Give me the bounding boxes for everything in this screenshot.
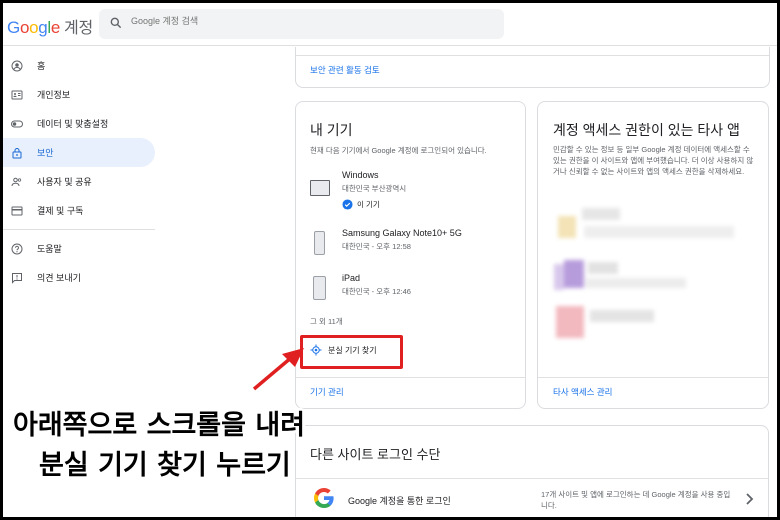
sidebar-item-label: 사용자 및 공유	[37, 177, 92, 187]
third-party-title: 계정 액세스 권한이 있는 타사 앱	[553, 122, 740, 138]
instruction-line-1: 아래쪽으로 스크롤을 내려	[13, 410, 306, 441]
sidebar-nav: 홈 개인정보 데이터 및 맞춤설정 보안 사용자 및 공유 결제 및 구독 도움…	[3, 51, 155, 292]
sidebar-item-label: 의견 보내기	[37, 273, 81, 283]
top-app-bar: Google 계정	[3, 3, 777, 46]
device-ipad[interactable]: iPad 대한민국 - 오후 12:46	[310, 273, 510, 309]
sidebar-item-security[interactable]: 보안	[3, 138, 155, 167]
my-devices-title: 내 기기	[310, 122, 353, 138]
device-location: 대한민국 - 오후 12:58	[342, 242, 411, 251]
feedback-icon	[12, 272, 22, 284]
help-icon	[11, 243, 23, 254]
card-divider	[296, 377, 525, 378]
logo-suffix: 계정	[64, 20, 93, 37]
blurred-app-list	[550, 202, 750, 352]
sidebar-item-label: 도움말	[37, 244, 62, 254]
security-activity-card: 보안 관련 활동 검토	[295, 47, 770, 88]
toggle-icon	[11, 120, 23, 127]
search-box[interactable]	[99, 9, 504, 39]
manage-third-party-link[interactable]: 타사 액세스 관리	[553, 386, 612, 398]
lock-icon	[12, 147, 22, 158]
this-device-badge: 이 기기	[357, 200, 380, 209]
annotation-arrow	[252, 348, 304, 391]
id-card-icon	[11, 90, 23, 99]
account-circle-icon	[11, 60, 23, 71]
credit-card-icon	[11, 206, 23, 215]
device-name: Samsung Galaxy Note10+ 5G	[342, 228, 462, 238]
google-signin-row[interactable]: Google 계정을 통한 로그인 17개 사이트 및 앱에 로그인하는 데 G…	[296, 478, 768, 517]
my-devices-description: 현재 다음 기기에서 Google 계정에 로그인되어 있습니다.	[310, 146, 487, 155]
sidebar-item-data-privacy[interactable]: 데이터 및 맞춤설정	[3, 109, 155, 138]
chevron-right-icon	[746, 493, 754, 505]
other-signin-card: 다른 사이트 로그인 수단 Google 계정을 통한 로그인 17개 사이트 …	[295, 425, 769, 517]
sidebar-item-label: 결제 및 구독	[37, 206, 84, 216]
highlight-box	[300, 335, 403, 369]
sidebar-item-feedback[interactable]: 의견 보내기	[3, 263, 155, 292]
tablet-icon	[313, 276, 326, 300]
device-name: Windows	[342, 170, 379, 180]
device-location: 대한민국 - 오후 12:46	[342, 287, 411, 296]
phone-icon	[314, 231, 325, 255]
sidebar-item-help[interactable]: 도움말	[3, 234, 155, 263]
search-input[interactable]	[129, 15, 493, 27]
people-icon	[11, 177, 22, 186]
verified-check-icon	[342, 199, 353, 210]
sidebar-item-payments[interactable]: 결제 및 구독	[3, 196, 155, 225]
google-signin-label: Google 계정을 통한 로그인	[348, 496, 451, 506]
sidebar-item-label: 홈	[37, 61, 46, 71]
sidebar-item-label: 데이터 및 맞춤설정	[37, 119, 109, 129]
windows-device-icon	[310, 180, 330, 196]
screenshot-frame: Google계정 홈 개인정보 데이터 및 맞춤설정 보안 사용자 및 공유	[3, 3, 777, 517]
third-party-description: 민감할 수 있는 정보 등 일부 Google 계정 데이터에 액세스할 수 있…	[553, 145, 754, 176]
third-party-apps-card: 계정 액세스 권한이 있는 타사 앱 민감할 수 있는 정보 등 일부 Goog…	[537, 101, 769, 409]
device-galaxy-note[interactable]: Samsung Galaxy Note10+ 5G 대한민국 - 오후 12:5…	[310, 228, 510, 264]
sidebar-item-label: 보안	[37, 148, 54, 158]
sidebar-divider	[3, 229, 155, 230]
sidebar-item-personal-info[interactable]: 개인정보	[3, 80, 155, 109]
google-account-logo[interactable]: Google 계정	[7, 14, 93, 38]
security-activity-link[interactable]: 보안 관련 활동 검토	[310, 64, 380, 76]
search-icon	[110, 17, 122, 29]
device-windows[interactable]: Windows 대한민국 부산광역시 이 기기	[310, 170, 510, 218]
sidebar-item-people-sharing[interactable]: 사용자 및 공유	[3, 167, 155, 196]
manage-devices-link[interactable]: 기기 관리	[310, 386, 344, 398]
card-divider	[296, 55, 769, 56]
device-name: iPad	[342, 273, 361, 283]
sidebar-item-home[interactable]: 홈	[3, 51, 155, 80]
card-divider	[538, 377, 768, 378]
sidebar-item-label: 개인정보	[37, 90, 71, 100]
device-location: 대한민국 부산광역시	[342, 184, 407, 193]
google-signin-description: 17개 사이트 및 앱에 로그인하는 데 Google 계정을 사용 중입니다.	[541, 490, 731, 510]
instruction-line-2: 분실 기기 찾기 누르기	[39, 450, 291, 481]
other-signin-title: 다른 사이트 로그인 수단	[310, 447, 441, 462]
more-devices-count: 그 외 11개	[310, 317, 343, 326]
google-g-icon	[314, 488, 334, 508]
